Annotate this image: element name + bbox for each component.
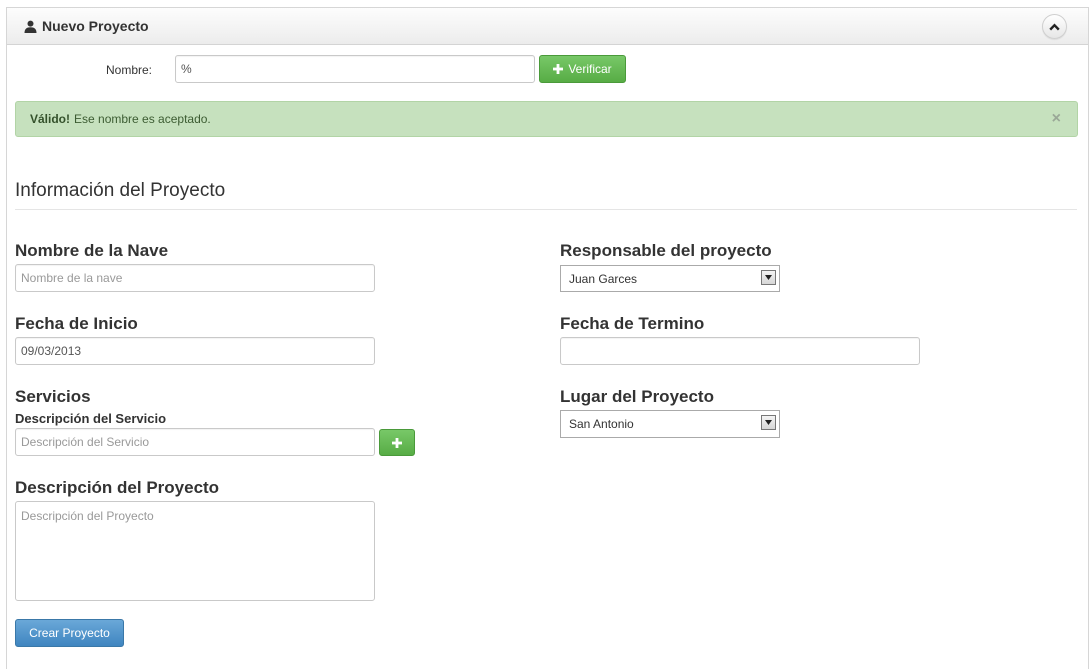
project-name-input[interactable]: % xyxy=(175,55,535,83)
section-title: Información del Proyecto xyxy=(15,180,226,201)
close-icon[interactable]: × xyxy=(1052,110,1061,128)
plus-icon xyxy=(553,64,564,74)
verify-button-label: Verificar xyxy=(568,62,612,76)
user-icon xyxy=(24,20,37,33)
chevron-up-icon xyxy=(1049,19,1060,34)
fecha-termino-title: Fecha de Termino xyxy=(560,314,705,333)
alert-message: Ese nombre es aceptado. xyxy=(74,112,211,126)
servicio-input[interactable]: Descripción del Servicio xyxy=(15,428,375,456)
fecha-inicio-input[interactable]: 09/03/2013 xyxy=(15,337,375,365)
success-alert: Válido! Ese nombre es aceptado. × xyxy=(15,101,1078,137)
lugar-select[interactable]: San Antonio xyxy=(560,410,780,438)
descripcion-textarea[interactable]: Descripción del Proyecto xyxy=(15,501,375,601)
responsable-select[interactable]: Juan Garces xyxy=(560,265,780,292)
lugar-selected: San Antonio xyxy=(569,417,634,431)
chevron-down-icon xyxy=(761,270,776,285)
lugar-title: Lugar del Proyecto xyxy=(560,387,714,406)
section-divider xyxy=(15,209,1077,210)
verify-button[interactable]: Verificar xyxy=(539,55,626,83)
alert-strong: Válido! xyxy=(30,112,71,126)
servicios-title: Servicios xyxy=(15,387,91,406)
add-service-button[interactable] xyxy=(379,429,415,456)
nave-title: Nombre de la Nave xyxy=(15,241,169,260)
descripcion-title: Descripción del Proyecto xyxy=(15,478,220,497)
panel-title-wrap: Nuevo Proyecto xyxy=(24,18,149,34)
panel-header: Nuevo Proyecto xyxy=(7,8,1088,45)
responsable-selected: Juan Garces xyxy=(569,271,638,286)
create-project-button[interactable]: Crear Proyecto xyxy=(15,619,124,647)
fecha-termino-input[interactable] xyxy=(560,337,920,365)
collapse-button[interactable] xyxy=(1042,14,1067,39)
chevron-down-icon xyxy=(761,415,776,430)
name-label: Nombre: xyxy=(106,63,153,77)
fecha-inicio-title: Fecha de Inicio xyxy=(15,314,138,333)
servicio-subtitle: Descripción del Servicio xyxy=(15,411,167,426)
nave-input[interactable]: Nombre de la nave xyxy=(15,264,375,292)
plus-icon xyxy=(392,437,402,448)
responsable-title: Responsable del proyecto xyxy=(560,241,772,260)
panel-title: Nuevo Proyecto xyxy=(42,18,149,34)
